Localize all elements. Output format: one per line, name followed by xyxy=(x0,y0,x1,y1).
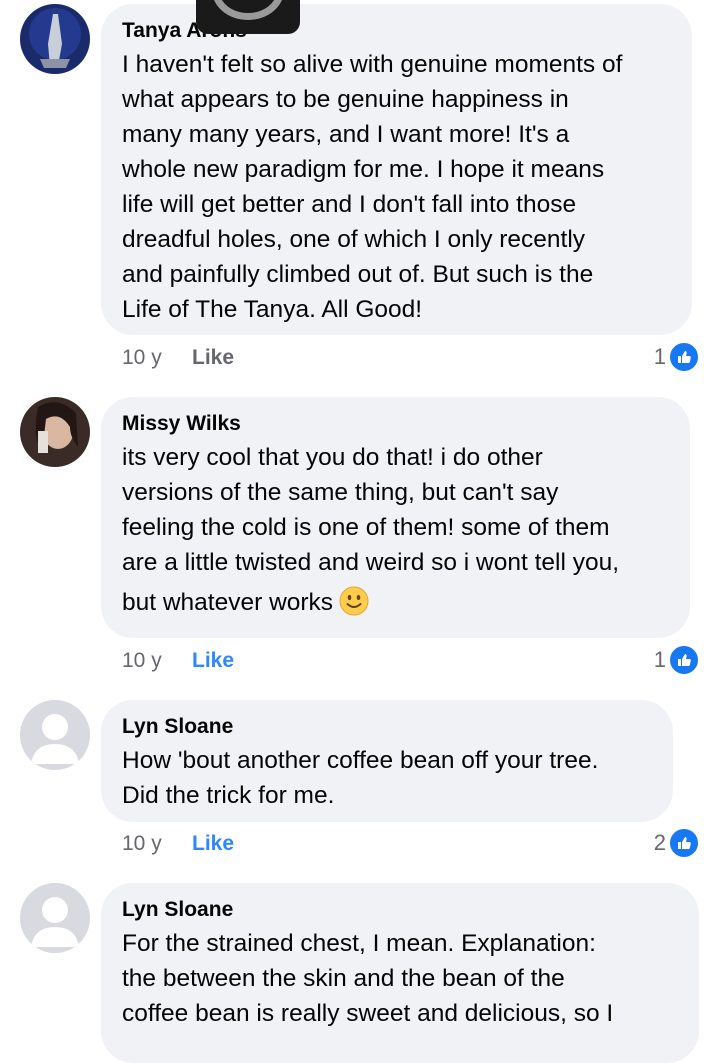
comment-text-line: How 'bout another coffee bean off your t… xyxy=(122,747,599,774)
comment-text-line: Life of The Tanya. All Good! xyxy=(122,296,423,323)
comment-timestamp[interactable]: 10 y xyxy=(122,646,192,676)
avatar-photo-icon xyxy=(20,4,90,74)
comment-text-line: its very cool that you do that! i do oth… xyxy=(122,444,543,471)
avatar-tanya[interactable] xyxy=(20,4,90,74)
comment-author[interactable]: Missy Wilks xyxy=(122,411,670,437)
default-avatar-icon xyxy=(20,883,90,953)
comment-text-line: the between the skin and the bean of the xyxy=(122,965,565,992)
comment-text-line: coffee bean is really sweet and deliciou… xyxy=(122,1000,614,1027)
reaction-count[interactable]: 2 xyxy=(653,827,700,859)
comment-timestamp[interactable]: 10 y xyxy=(122,829,192,859)
thumbs-up-icon xyxy=(668,827,700,859)
slightly-smiling-face-icon xyxy=(339,586,369,616)
comment-bubble: Tanya Arons I haven't felt so alive with… xyxy=(101,4,692,335)
reaction-count[interactable]: 1 xyxy=(653,644,700,676)
like-button[interactable]: Like xyxy=(192,346,234,369)
like-button[interactable]: Like xyxy=(192,832,234,855)
avatar-lyn[interactable] xyxy=(20,883,90,953)
comment-text-line: versions of the same thing, but can't sa… xyxy=(122,479,559,506)
screen-notch-overlay xyxy=(196,0,300,34)
comment-text-line: dreadful holes, one of which I only rece… xyxy=(122,226,586,253)
comment-meta: 10 y Like xyxy=(122,829,234,859)
thumbs-up-icon xyxy=(668,341,700,373)
camera-lens-icon xyxy=(212,0,284,20)
avatar-lyn[interactable] xyxy=(20,700,90,770)
avatar-photo-icon xyxy=(20,397,90,467)
comment-text-line: For the strained chest, I mean. Explanat… xyxy=(122,930,596,957)
comment-meta: 10 y Like xyxy=(122,646,234,676)
comment-timestamp[interactable]: 10 y xyxy=(122,343,192,373)
comment-bubble: Lyn Sloane For the strained chest, I mea… xyxy=(101,883,699,1063)
comment-text-line: what appears to be genuine happiness in xyxy=(122,86,569,113)
reaction-number: 1 xyxy=(653,344,666,369)
like-button[interactable]: Like xyxy=(192,649,234,672)
comment-text-line: I haven't felt so alive with genuine mom… xyxy=(122,51,623,78)
comment-text-line: life will get better and I don't fall in… xyxy=(122,191,577,218)
comment-text-line: feeling the cold is one of them! some of… xyxy=(122,514,610,541)
comment-meta: 10 y Like xyxy=(122,343,234,373)
reaction-number: 2 xyxy=(653,830,666,855)
reaction-count[interactable]: 1 xyxy=(653,341,700,373)
avatar-missy[interactable] xyxy=(20,397,90,467)
comment-text-line: and painfully climbed out of. But such i… xyxy=(122,261,594,288)
comment-text-fragment: but whatever works xyxy=(122,589,334,616)
comment-bubble: Missy Wilks its very cool that you do th… xyxy=(101,397,690,638)
thumbs-up-icon xyxy=(668,644,700,676)
comment-author[interactable]: Lyn Sloane xyxy=(122,714,653,740)
comment-text-line: whole new paradigm for me. I hope it mea… xyxy=(122,156,605,183)
reaction-number: 1 xyxy=(653,647,666,672)
comment-text-line: many many years, and I want more! It's a xyxy=(122,121,570,148)
comment-text-line: are a little twisted and weird so i wont… xyxy=(122,549,620,576)
comment-bubble: Lyn Sloane How 'bout another coffee bean… xyxy=(101,700,673,822)
comment-text-line: Did the trick for me. xyxy=(122,782,335,809)
comment-text-line-with-emoji: but whatever works xyxy=(122,580,670,626)
comment-author[interactable]: Lyn Sloane xyxy=(122,897,679,923)
default-avatar-icon xyxy=(20,700,90,770)
